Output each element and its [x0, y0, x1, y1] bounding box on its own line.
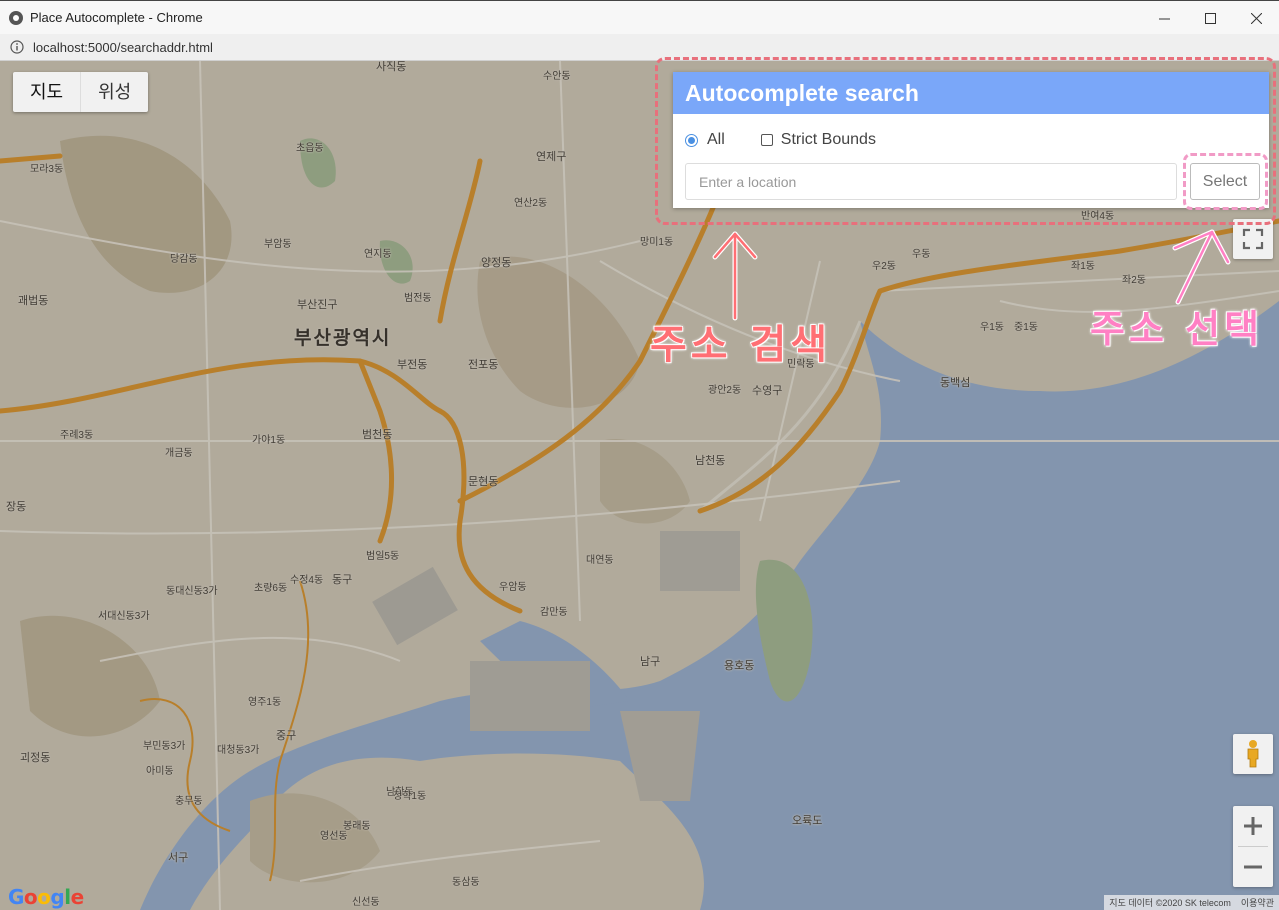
map-label: 양정동: [481, 257, 512, 269]
map-type-control: 지도 위성: [13, 72, 149, 112]
map-label: 범전동: [404, 293, 432, 304]
map-label: 부암동: [264, 239, 292, 250]
terms-link[interactable]: 이용약관: [1236, 895, 1279, 910]
close-button[interactable]: [1233, 1, 1279, 35]
map-label: 아미동: [146, 766, 174, 777]
annotation-select-text: 주소 선택: [1090, 307, 1264, 351]
map-label: 수영구: [752, 385, 783, 397]
map-label: 수안동: [543, 71, 571, 82]
maximize-button[interactable]: [1187, 1, 1233, 35]
map-label: 동백섬: [940, 377, 971, 389]
autocomplete-card: Autocomplete search All Strict Bounds Se…: [673, 72, 1269, 208]
map-label: 동삼동: [452, 877, 480, 888]
map-label: 우암동: [499, 582, 527, 593]
map-label: 범천동: [362, 429, 393, 441]
zoom-out-button[interactable]: [1233, 847, 1273, 887]
map-label: 초읍동: [296, 143, 324, 154]
map-label: 청학1동: [393, 791, 427, 802]
fullscreen-icon: [1242, 228, 1264, 250]
address-bar[interactable]: localhost:5000/searchaddr.html: [0, 34, 1279, 61]
map-label: 감만동: [540, 607, 568, 618]
map-label: 우1동: [980, 322, 1004, 333]
map-label: 남천동: [695, 455, 726, 467]
map-label: 서대신동3가: [98, 611, 150, 622]
map-label: 중1동: [1014, 322, 1038, 333]
fullscreen-button[interactable]: [1233, 219, 1273, 259]
pegman-icon: [1247, 740, 1259, 768]
map-label: 수정4동: [290, 575, 324, 586]
zoom-control: [1233, 806, 1273, 887]
map-label: 중구: [276, 730, 297, 742]
window-titlebar: Place Autocomplete - Chrome: [0, 0, 1279, 34]
map-label: 전포동: [468, 359, 499, 371]
map-label: 가야1동: [252, 435, 286, 446]
map-attribution: 지도 데이터 ©2020 SK telecom 이용약관: [1104, 895, 1279, 910]
map-label: 망미1동: [640, 237, 674, 248]
map-type-satellite-button[interactable]: 위성: [81, 72, 148, 112]
map-label: 우2동: [872, 261, 896, 272]
strict-bounds-checkbox[interactable]: [760, 134, 773, 146]
map-label: 부산진구: [297, 299, 338, 311]
map-label: 초량6동: [254, 583, 288, 594]
strict-bounds-label[interactable]: Strict Bounds: [781, 131, 876, 149]
map-label: 연제구: [536, 151, 567, 163]
map-label: 영주1동: [248, 697, 282, 708]
map-label: 봉래동: [343, 821, 371, 832]
map-label: 부전동: [397, 359, 428, 371]
map-label: 동대신동3가: [166, 586, 218, 597]
close-icon: [1250, 12, 1262, 24]
map-label: 범일5동: [366, 551, 400, 562]
zoom-in-button[interactable]: [1233, 806, 1273, 846]
annotation-search-text: 주소 검색: [649, 321, 832, 369]
radio-all[interactable]: [685, 133, 698, 147]
minus-icon: [1244, 865, 1262, 869]
minimize-icon: [1158, 18, 1170, 19]
map-label: 우동: [912, 249, 931, 260]
street-view-button[interactable]: [1233, 734, 1273, 774]
map-label: 충무동: [175, 796, 203, 807]
select-button[interactable]: Select: [1190, 163, 1260, 200]
minimize-button[interactable]: [1141, 1, 1187, 35]
chrome-app-icon: [9, 10, 23, 25]
map-label: 사직동: [376, 61, 407, 73]
google-logo[interactable]: Google: [8, 885, 84, 909]
map-label: 당감동: [170, 254, 198, 265]
url-text[interactable]: localhost:5000/searchaddr.html: [33, 40, 213, 55]
map-label: 좌2동: [1122, 275, 1146, 286]
window-title: Place Autocomplete - Chrome: [30, 10, 203, 25]
map-data-credit: 지도 데이터 ©2020 SK telecom: [1109, 898, 1231, 908]
radio-all-label[interactable]: All: [707, 131, 725, 149]
map-label: 좌1동: [1071, 261, 1095, 272]
map-label: 오륙도: [792, 815, 823, 827]
map-label: 용호동: [724, 660, 755, 672]
map-label: 개금동: [165, 448, 193, 459]
map-label-city: 부산광역시: [294, 328, 392, 349]
map-label: 남구: [640, 656, 661, 668]
map-label: 문현동: [468, 476, 499, 488]
radio-dot: [688, 136, 695, 144]
plus-icon: [1244, 817, 1262, 835]
map-label: 장동: [6, 501, 27, 513]
map-label: 서구: [168, 852, 189, 864]
map-type-roadmap-button[interactable]: 지도: [13, 72, 80, 112]
map-label: 괴정동: [20, 752, 51, 764]
map-canvas[interactable]: 부산광역시 부산진구 연제구 수영구 남구 동구 중구 서구 부전동 전포동 범…: [0, 61, 1279, 910]
map-label: 대연동: [586, 555, 614, 566]
map-label: 괘법동: [18, 295, 49, 307]
map-label: 모라3동: [30, 164, 64, 175]
map-label: 대청동3가: [217, 745, 260, 756]
maximize-icon: [1204, 12, 1216, 24]
map-label: 반여4동: [1081, 211, 1115, 222]
map-label: 연산2동: [514, 198, 548, 209]
map-label: 신선동: [352, 897, 380, 908]
location-input[interactable]: [685, 163, 1177, 200]
map-label: 주례3동: [60, 430, 94, 441]
card-title: Autocomplete search: [673, 72, 1269, 114]
info-icon[interactable]: [10, 40, 24, 54]
map-label: 부민동3가: [143, 741, 186, 752]
map-label: 연지동: [364, 249, 392, 260]
search-options: All Strict Bounds: [685, 131, 876, 149]
map-label: 동구: [332, 574, 353, 586]
map-label: 광안2동: [708, 385, 742, 396]
